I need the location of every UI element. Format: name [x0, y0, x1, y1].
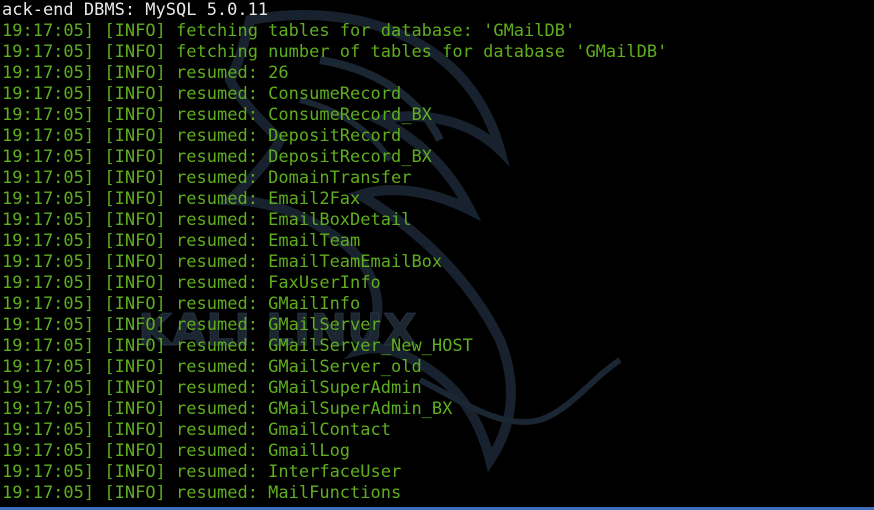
log-level: [INFO] — [104, 315, 166, 335]
terminal-window[interactable]: KALI LINUX ack-end DBMS: MySQL 5.0.11 19… — [0, 0, 874, 510]
log-timestamp: 19:17:05] — [2, 231, 95, 251]
log-line: 19:17:05] [INFO] resumed: DomainTransfer — [2, 168, 872, 189]
log-line: 19:17:05] [INFO] resumed: Email2Fax — [2, 189, 872, 210]
log-timestamp: 19:17:05] — [2, 420, 95, 440]
log-message: resumed: GmailLog — [176, 441, 351, 461]
log-message: resumed: DepositRecord — [176, 126, 402, 146]
log-level: [INFO] — [104, 420, 166, 440]
log-timestamp: 19:17:05] — [2, 21, 95, 41]
log-level: [INFO] — [104, 189, 166, 209]
log-timestamp: 19:17:05] — [2, 105, 95, 125]
log-line: 19:17:05] [INFO] resumed: DepositRecord_… — [2, 147, 872, 168]
log-level: [INFO] — [104, 378, 166, 398]
log-level: [INFO] — [104, 399, 166, 419]
log-message: resumed: FaxUserInfo — [176, 273, 381, 293]
log-timestamp: 19:17:05] — [2, 84, 95, 104]
log-line: 19:17:05] [INFO] resumed: EmailTeamEmail… — [2, 252, 872, 273]
log-level: [INFO] — [104, 126, 166, 146]
log-timestamp: 19:17:05] — [2, 357, 95, 377]
log-message: resumed: GmailContact — [176, 420, 391, 440]
log-line: 19:17:05] [INFO] resumed: GMailSuperAdmi… — [2, 378, 872, 399]
log-timestamp: 19:17:05] — [2, 273, 95, 293]
log-line: 19:17:05] [INFO] resumed: GMailServer — [2, 315, 872, 336]
log-timestamp: 19:17:05] — [2, 147, 95, 167]
log-level: [INFO] — [104, 252, 166, 272]
log-line: 19:17:05] [INFO] resumed: GMailServer_ol… — [2, 357, 872, 378]
log-timestamp: 19:17:05] — [2, 441, 95, 461]
log-line: 19:17:05] [INFO] fetching number of tabl… — [2, 42, 872, 63]
log-line: 19:17:05] [INFO] resumed: FaxUserInfo — [2, 273, 872, 294]
log-message: resumed: GMailServer — [176, 315, 381, 335]
log-timestamp: 19:17:05] — [2, 210, 95, 230]
log-message: resumed: GMailServer_old — [176, 357, 422, 377]
log-timestamp: 19:17:05] — [2, 378, 95, 398]
log-level: [INFO] — [104, 231, 166, 251]
log-level: [INFO] — [104, 294, 166, 314]
log-timestamp: 19:17:05] — [2, 168, 95, 188]
log-message: resumed: Email2Fax — [176, 189, 361, 209]
log-level: [INFO] — [104, 168, 166, 188]
log-message: resumed: EmailBoxDetail — [176, 210, 412, 230]
log-line: 19:17:05] [INFO] fetching tables for dat… — [2, 21, 872, 42]
log-line: 19:17:05] [INFO] resumed: ConsumeRecord_… — [2, 105, 872, 126]
log-line: 19:17:05] [INFO] resumed: 26 — [2, 63, 872, 84]
log-message: resumed: GMailServer_New_HOST — [176, 336, 473, 356]
log-message: resumed: GMailInfo — [176, 294, 361, 314]
log-message: resumed: InterfaceUser — [176, 462, 402, 482]
log-level: [INFO] — [104, 336, 166, 356]
log-message: fetching number of tables for database '… — [176, 42, 668, 62]
log-line: 19:17:05] [INFO] resumed: GMailServer_Ne… — [2, 336, 872, 357]
log-line: 19:17:05] [INFO] resumed: GmailLog — [2, 441, 872, 462]
log-level: [INFO] — [104, 42, 166, 62]
log-line: 19:17:05] [INFO] resumed: DepositRecord — [2, 126, 872, 147]
log-message: resumed: GMailSuperAdmin_BX — [176, 399, 453, 419]
log-line: 19:17:05] [INFO] resumed: GMailSuperAdmi… — [2, 399, 872, 420]
terminal-output: ack-end DBMS: MySQL 5.0.11 19:17:05] [IN… — [2, 0, 872, 504]
log-timestamp: 19:17:05] — [2, 126, 95, 146]
log-message: resumed: EmailTeam — [176, 231, 361, 251]
log-level: [INFO] — [104, 21, 166, 41]
log-timestamp: 19:17:05] — [2, 252, 95, 272]
log-message: fetching tables for database: 'GMailDB' — [176, 21, 576, 41]
log-line: 19:17:05] [INFO] resumed: GmailContact — [2, 420, 872, 441]
log-timestamp: 19:17:05] — [2, 462, 95, 482]
log-message: resumed: ConsumeRecord — [176, 84, 402, 104]
log-line: 19:17:05] [INFO] resumed: ConsumeRecord — [2, 84, 872, 105]
log-message: resumed: DomainTransfer — [176, 168, 412, 188]
log-level: [INFO] — [104, 210, 166, 230]
log-line: 19:17:05] [INFO] resumed: EmailBoxDetail — [2, 210, 872, 231]
log-level: [INFO] — [104, 462, 166, 482]
log-message: resumed: EmailTeamEmailBox — [176, 252, 443, 272]
log-message: resumed: ConsumeRecord_BX — [176, 105, 432, 125]
log-line: 19:17:05] [INFO] resumed: EmailTeam — [2, 231, 872, 252]
log-level: [INFO] — [104, 273, 166, 293]
log-line: 19:17:05] [INFO] resumed: InterfaceUser — [2, 462, 872, 483]
log-timestamp: 19:17:05] — [2, 315, 95, 335]
log-level: [INFO] — [104, 105, 166, 125]
log-timestamp: 19:17:05] — [2, 336, 95, 356]
log-message: resumed: GMailSuperAdmin — [176, 378, 422, 398]
log-message: resumed: DepositRecord_BX — [176, 147, 432, 167]
log-message: resumed: MailFunctions — [176, 483, 402, 503]
log-level: [INFO] — [104, 147, 166, 167]
log-level: [INFO] — [104, 357, 166, 377]
log-line: 19:17:05] [INFO] resumed: GMailInfo — [2, 294, 872, 315]
log-timestamp: 19:17:05] — [2, 63, 95, 83]
dbms-header-line: ack-end DBMS: MySQL 5.0.11 — [2, 0, 269, 20]
log-timestamp: 19:17:05] — [2, 189, 95, 209]
log-level: [INFO] — [104, 63, 166, 83]
log-timestamp: 19:17:05] — [2, 483, 95, 503]
log-timestamp: 19:17:05] — [2, 399, 95, 419]
log-level: [INFO] — [104, 483, 166, 503]
log-timestamp: 19:17:05] — [2, 294, 95, 314]
log-level: [INFO] — [104, 441, 166, 461]
log-line: 19:17:05] [INFO] resumed: MailFunctions — [2, 483, 872, 504]
log-timestamp: 19:17:05] — [2, 42, 95, 62]
log-level: [INFO] — [104, 84, 166, 104]
log-message: resumed: 26 — [176, 63, 289, 83]
